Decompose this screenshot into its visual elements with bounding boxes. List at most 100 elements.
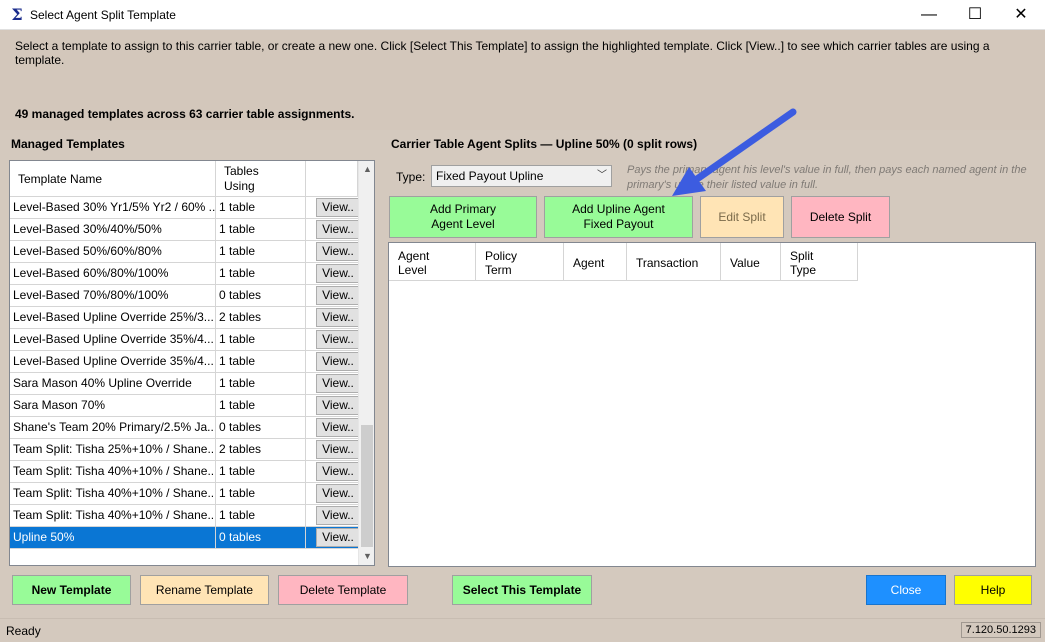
close-window-button[interactable]: ✕ xyxy=(998,0,1044,30)
column-header-agent[interactable]: Agent xyxy=(564,243,627,281)
column-header-transaction[interactable]: Transaction xyxy=(627,243,721,281)
tables-using-cell: 1 table xyxy=(216,197,306,219)
tables-using-cell: 1 table xyxy=(216,263,306,285)
view-button[interactable]: View.. xyxy=(316,418,360,437)
template-name-cell: Team Split: Tisha 40%+10% / Shane... xyxy=(10,483,216,505)
template-row[interactable]: Level-Based 70%/80%/100% 0 tables View.. xyxy=(10,285,360,307)
template-row[interactable]: Level-Based Upline Override 25%/3... 2 ta… xyxy=(10,307,360,329)
view-button[interactable]: View.. xyxy=(316,352,360,371)
add-primary-agent-level-button[interactable]: Add Primary Agent Level xyxy=(389,196,537,238)
tables-using-cell: 1 table xyxy=(216,219,306,241)
rename-template-button[interactable]: Rename Template xyxy=(140,575,269,605)
template-row[interactable]: Level-Based 60%/80%/100% 1 table View.. xyxy=(10,263,360,285)
select-this-template-button[interactable]: Select This Template xyxy=(452,575,592,605)
template-row[interactable]: Level-Based 50%/60%/80% 1 table View.. xyxy=(10,241,360,263)
help-button[interactable]: Help xyxy=(954,575,1032,605)
view-button[interactable]: View.. xyxy=(316,484,360,503)
template-row[interactable]: Sara Mason 70% 1 table View.. xyxy=(10,395,360,417)
template-row[interactable]: Level-Based 30% Yr1/5% Yr2 / 60% ... 1 ta… xyxy=(10,197,360,219)
version-label: 7.120.50.1293 xyxy=(960,622,1041,638)
column-header-template-name[interactable]: Template Name xyxy=(10,161,216,197)
type-hint-text: Pays the primary agent his level's value… xyxy=(627,164,1027,191)
view-button[interactable]: View.. xyxy=(316,396,360,415)
template-name-cell: Sara Mason 70% xyxy=(10,395,216,417)
column-header-policy-term[interactable]: Policy Term xyxy=(476,243,564,281)
template-row[interactable]: Level-Based Upline Override 35%/4... 1 ta… xyxy=(10,329,360,351)
template-name-cell: Level-Based 60%/80%/100% xyxy=(10,263,216,285)
view-button[interactable]: View.. xyxy=(316,506,360,525)
status-text: Ready xyxy=(6,624,41,638)
view-button[interactable]: View.. xyxy=(316,198,360,217)
managed-templates-list[interactable]: Template Name Tables Using Level-Based 3… xyxy=(9,160,375,566)
tables-using-cell: 0 tables xyxy=(216,527,306,549)
minimize-button[interactable]: — xyxy=(906,0,952,30)
tables-using-cell: 1 table xyxy=(216,241,306,263)
view-button[interactable]: View.. xyxy=(316,330,360,349)
tables-using-cell: 1 table xyxy=(216,461,306,483)
column-header-agent-level[interactable]: Agent Level xyxy=(389,243,476,281)
template-name-cell: Level-Based 30%/40%/50% xyxy=(10,219,216,241)
template-row[interactable]: Upline 50% 0 tables View.. xyxy=(10,527,360,549)
template-row[interactable]: Team Split: Tisha 40%+10% / Shane... 1 ta… xyxy=(10,461,360,483)
new-template-button[interactable]: New Template xyxy=(12,575,131,605)
template-name-cell: Level-Based 30% Yr1/5% Yr2 / 60% ... xyxy=(10,197,216,219)
view-button[interactable]: View.. xyxy=(316,462,360,481)
maximize-button[interactable]: ☐ xyxy=(952,0,998,30)
splits-table[interactable]: Agent Level Policy Term Agent Transactio… xyxy=(388,242,1036,567)
type-select-value: Fixed Payout Upline xyxy=(436,169,544,183)
template-row[interactable]: Team Split: Tisha 40%+10% / Shane... 1 ta… xyxy=(10,505,360,527)
tables-using-cell: 0 tables xyxy=(216,417,306,439)
template-name-cell: Level-Based 50%/60%/80% xyxy=(10,241,216,263)
template-row[interactable]: Level-Based 30%/40%/50% 1 table View.. xyxy=(10,219,360,241)
tables-using-cell: 2 tables xyxy=(216,439,306,461)
scroll-up-icon[interactable]: ▲ xyxy=(359,161,374,178)
template-name-cell: Shane's Team 20% Primary/2.5% Ja... xyxy=(10,417,216,439)
template-row[interactable]: Team Split: Tisha 25%+10% / Shane... 2 ta… xyxy=(10,439,360,461)
tables-using-cell: 1 table xyxy=(216,483,306,505)
splits-label: Carrier Table Agent Splits — Upline 50% … xyxy=(391,137,698,151)
delete-split-button[interactable]: Delete Split xyxy=(791,196,890,238)
template-row[interactable]: Level-Based Upline Override 35%/4... 1 ta… xyxy=(10,351,360,373)
template-name-cell: Level-Based Upline Override 35%/4... xyxy=(10,351,216,373)
templates-scrollbar[interactable]: ▲ ▼ xyxy=(358,161,374,565)
tables-using-cell: 1 table xyxy=(216,351,306,373)
view-button[interactable]: View.. xyxy=(316,440,360,459)
template-count-text: 49 managed templates across 63 carrier t… xyxy=(15,107,355,121)
column-header-tables-using[interactable]: Tables Using xyxy=(216,161,306,197)
type-label: Type: xyxy=(396,170,426,184)
tables-using-cell: 0 tables xyxy=(216,285,306,307)
view-button[interactable]: View.. xyxy=(316,264,360,283)
template-row[interactable]: Shane's Team 20% Primary/2.5% Ja... 0 tab… xyxy=(10,417,360,439)
title-bar: Σ Select Agent Split Template — ☐ ✕ xyxy=(0,0,1045,30)
view-button[interactable]: View.. xyxy=(316,242,360,261)
window-title: Select Agent Split Template xyxy=(30,8,176,22)
column-header-value[interactable]: Value xyxy=(721,243,781,281)
column-header-split-type[interactable]: Split Type xyxy=(781,243,858,281)
view-button[interactable]: View.. xyxy=(316,528,360,547)
status-bar: Ready 7.120.50.1293 xyxy=(0,618,1045,642)
view-button[interactable]: View.. xyxy=(316,374,360,393)
scroll-down-icon[interactable]: ▼ xyxy=(359,548,374,565)
scroll-thumb[interactable] xyxy=(361,425,373,547)
tables-using-cell: 2 tables xyxy=(216,307,306,329)
tables-using-cell: 1 table xyxy=(216,505,306,527)
template-name-cell: Team Split: Tisha 40%+10% / Shane... xyxy=(10,461,216,483)
view-button[interactable]: View.. xyxy=(316,286,360,305)
app-sigma-icon: Σ xyxy=(11,5,23,24)
template-name-cell: Team Split: Tisha 40%+10% / Shane... xyxy=(10,505,216,527)
template-row[interactable]: Team Split: Tisha 40%+10% / Shane... 1 ta… xyxy=(10,483,360,505)
edit-split-button[interactable]: Edit Split xyxy=(700,196,784,238)
tables-using-cell: 1 table xyxy=(216,373,306,395)
type-select[interactable]: Fixed Payout Upline ﹀ xyxy=(431,165,612,187)
view-button[interactable]: View.. xyxy=(316,308,360,327)
delete-template-button[interactable]: Delete Template xyxy=(278,575,408,605)
template-row[interactable]: Sara Mason 40% Upline Override 1 table Vie… xyxy=(10,373,360,395)
template-name-cell: Sara Mason 40% Upline Override xyxy=(10,373,216,395)
add-upline-agent-button[interactable]: Add Upline Agent Fixed Payout xyxy=(544,196,693,238)
instructions-panel: Select a template to assign to this carr… xyxy=(0,30,1045,130)
template-name-cell: Level-Based Upline Override 25%/3... xyxy=(10,307,216,329)
managed-templates-label: Managed Templates xyxy=(11,137,125,151)
templates-header-row: Template Name Tables Using xyxy=(10,161,358,197)
view-button[interactable]: View.. xyxy=(316,220,360,239)
close-button[interactable]: Close xyxy=(866,575,946,605)
